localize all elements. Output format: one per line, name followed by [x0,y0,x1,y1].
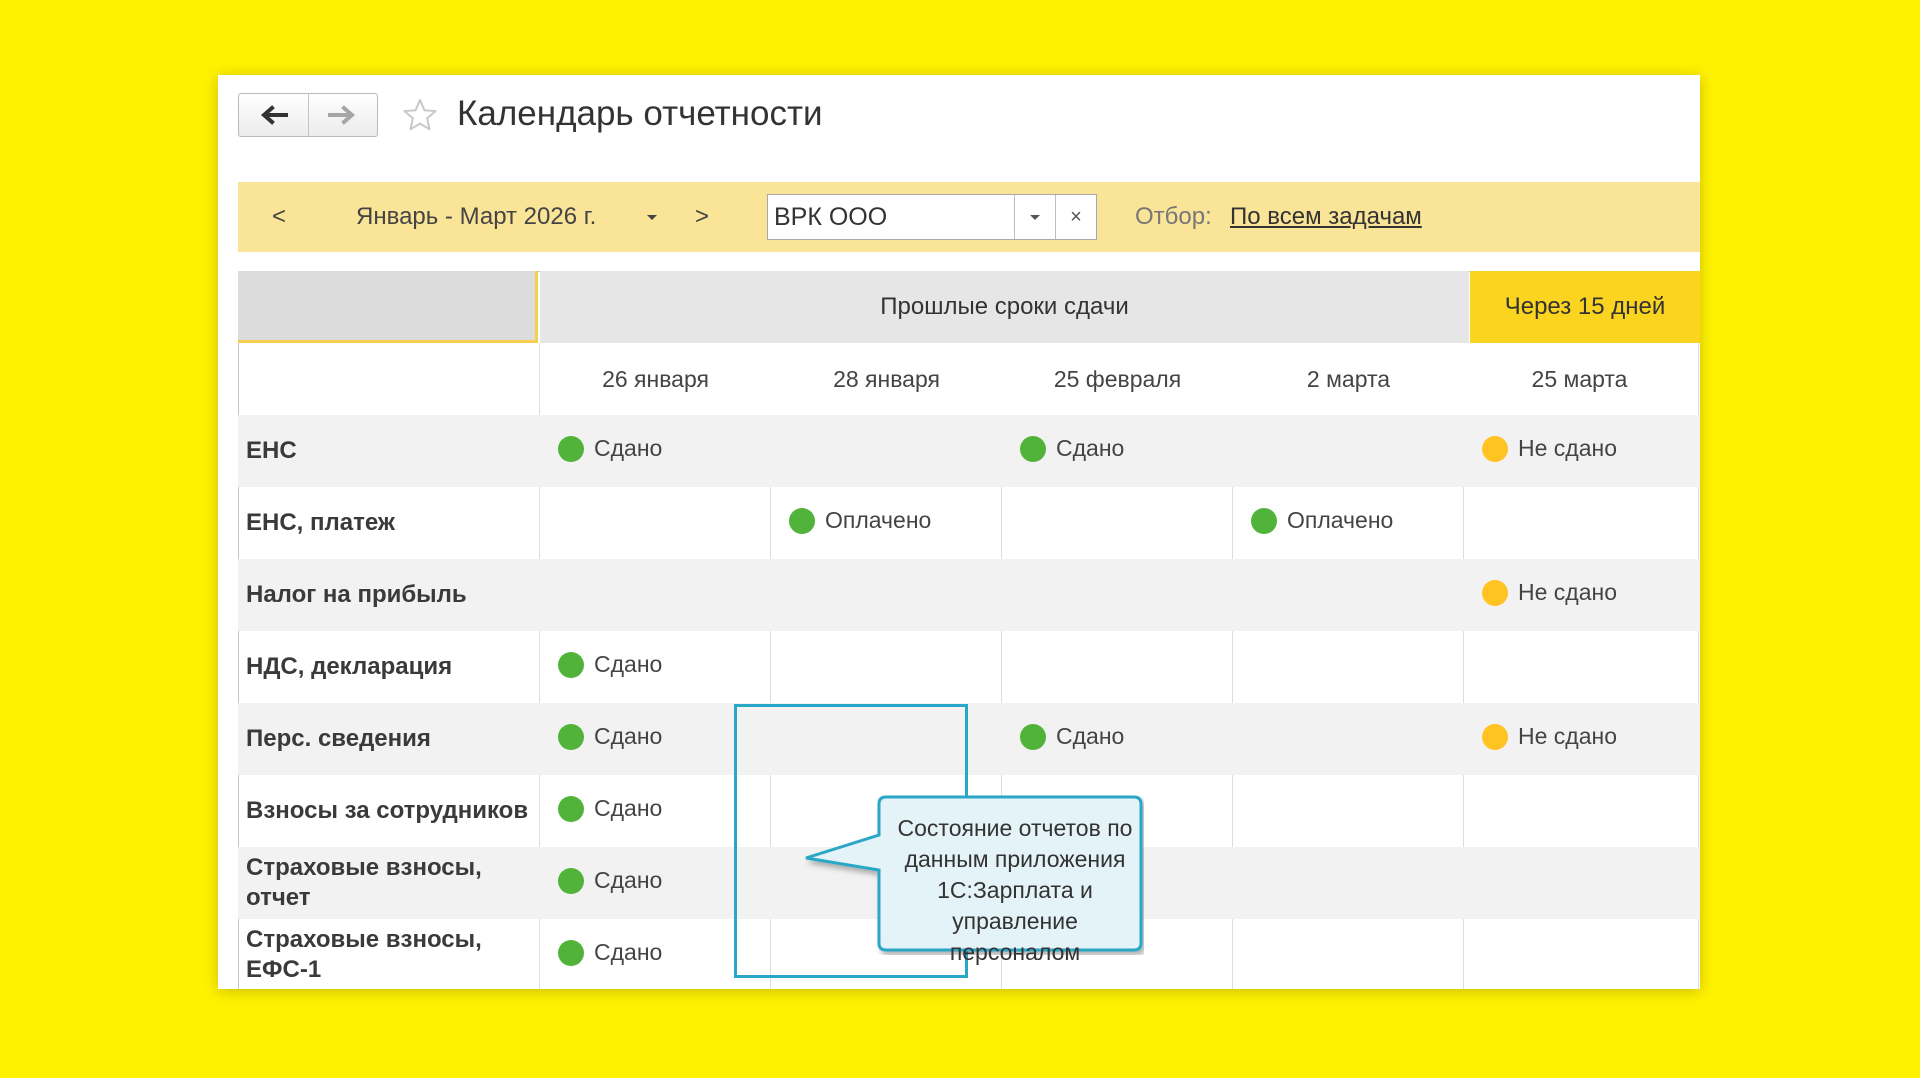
status-text: Сдано [594,795,663,821]
status-text: Сдано [594,723,663,749]
calendar-window: Календарь отчетности < Январь - Март 202… [218,75,1700,989]
status-dot-icon [558,867,584,894]
status-dot-icon [1251,507,1277,534]
date-column-header: 25 марта [1464,343,1695,415]
status-cell[interactable]: Не сдано [1482,723,1617,750]
status-cell[interactable]: Сдано [558,939,662,966]
row-label: ЕНС [246,437,297,464]
arrow-left-icon [261,105,289,125]
status-dot-icon [558,723,584,750]
status-cell[interactable]: Не сдано [1482,435,1617,462]
navigation-buttons [238,93,378,137]
row-label: ЕНС, платеж [246,509,395,536]
status-dot-icon [789,507,815,534]
status-text: Сдано [594,867,663,893]
date-column-header: 28 января [771,343,1002,415]
date-column-header: 2 марта [1233,343,1464,415]
status-text: Оплачено [1287,507,1394,533]
row-label: Перс. сведения [246,725,431,752]
date-column-header: 25 февраля [1002,343,1233,415]
previous-period-button[interactable]: < [272,203,286,231]
page-title: Календарь отчетности [457,94,823,133]
status-text: Сдано [1056,723,1125,749]
grid-corner-cell [238,271,538,343]
toolbar: < Январь - Март 2026 г. > × Отбор: По вс… [238,182,1700,252]
table-row[interactable]: Перс. сведения Сдано Сдано Не сдано [238,703,1700,775]
status-dot-icon [1482,579,1508,606]
status-dot-icon [1482,435,1508,462]
status-dot-icon [558,651,584,678]
status-cell[interactable]: Сдано [558,435,662,462]
callout-tooltip: Состояние отчетов по данным приложения 1… [804,795,1144,965]
forward-button[interactable] [307,94,378,136]
status-dot-icon [558,939,584,966]
status-cell[interactable]: Оплачено [1251,507,1393,534]
status-text: Не сдано [1518,723,1617,749]
table-row[interactable]: Налог на прибыль Не сдано [238,559,1700,631]
status-cell[interactable]: Сдано [1020,435,1124,462]
back-button[interactable] [239,94,308,136]
status-cell[interactable]: Не сдано [1482,579,1617,606]
status-dot-icon [558,435,584,462]
status-text: Не сдано [1518,579,1617,605]
status-cell[interactable]: Сдано [558,723,662,750]
row-label: НДС, декларация [246,653,453,680]
status-text: Оплачено [825,507,932,533]
status-cell[interactable]: Оплачено [789,507,931,534]
table-row[interactable]: ЕНС, платеж Оплачено Оплачено [238,487,1700,559]
status-cell[interactable]: Сдано [558,651,662,678]
chevron-down-icon [1030,214,1040,220]
row-label: Страховые взносы, отчет [246,854,482,911]
row-label: Страховые взносы, ЕФС-1 [246,926,482,983]
organization-input[interactable] [768,195,1014,239]
chevron-down-icon[interactable] [647,215,657,220]
status-text: Не сдано [1518,435,1617,461]
status-dot-icon [558,795,584,822]
status-dot-icon [1020,723,1046,750]
status-cell[interactable]: Сдано [1020,723,1124,750]
filter-link[interactable]: По всем задачам [1230,203,1422,231]
upcoming-deadlines-header: Через 15 дней [1470,271,1700,343]
next-period-button[interactable]: > [695,203,709,231]
status-cell[interactable]: Сдано [558,867,662,894]
period-selector[interactable]: Январь - Март 2026 г. [356,203,596,231]
row-label: Налог на прибыль [246,581,467,608]
status-text: Сдано [594,939,663,965]
status-text: Сдано [594,651,663,677]
status-cell[interactable]: Сдано [558,795,662,822]
status-text: Сдано [1056,435,1125,461]
table-row[interactable]: НДС, декларация Сдано [238,631,1700,703]
status-text: Сдано [594,435,663,461]
callout-text: Состояние отчетов по данным приложения 1… [897,815,1133,965]
row-label: Взносы за сотрудников [246,797,529,824]
table-row[interactable]: ЕНС Сдано Сдано Не сдано [238,415,1700,487]
status-dot-icon [1482,723,1508,750]
date-column-header: 26 января [540,343,771,415]
past-deadlines-header: Прошлые сроки сдачи [540,271,1469,343]
star-icon[interactable] [402,97,438,133]
status-dot-icon [1020,435,1046,462]
organization-clear-button[interactable]: × [1055,195,1096,239]
arrow-right-icon [327,105,355,125]
filter-label: Отбор: [1135,203,1212,230]
organization-dropdown-button[interactable] [1014,195,1055,239]
organization-field: × [767,194,1097,240]
